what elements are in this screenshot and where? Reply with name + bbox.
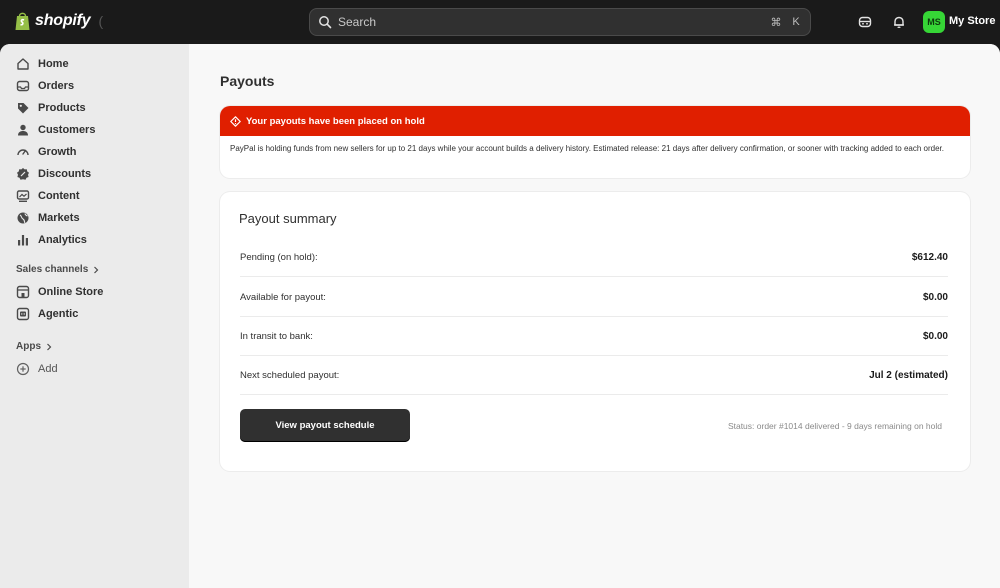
plus-circle-icon (16, 362, 30, 376)
chevron-right-icon (47, 343, 52, 350)
sidebar-item-content[interactable]: Content (8, 185, 182, 207)
alert-title: Your payouts have been placed on hold (246, 115, 425, 127)
sidebar-item-analytics[interactable]: Analytics (8, 229, 182, 251)
sidebar-item-customers[interactable]: Customers (8, 119, 182, 141)
summary-row-next-payout: Next scheduled payout: Jul 2 (estimated) (240, 356, 948, 395)
shopify-logo[interactable]: shopify ( (14, 11, 103, 31)
sidebar-item-online-store[interactable]: Online Store (8, 281, 182, 303)
main-content: Payouts Your payouts have been placed on… (189, 44, 1000, 588)
row-value: $0.00 (922, 330, 948, 342)
sidebar-item-label: Agentic (38, 308, 79, 320)
alert-diamond-icon (230, 115, 241, 127)
alert-header: Your payouts have been placed on hold (220, 106, 970, 136)
sidebar-item-orders[interactable]: Orders (8, 75, 182, 97)
chevron-right-icon (94, 266, 99, 273)
sidebar-item-home[interactable]: Home (8, 53, 182, 75)
sidebar: Home Orders Products Customers Growth Di… (0, 44, 189, 588)
sidebar-item-label: Orders (38, 80, 75, 92)
discount-icon (16, 167, 30, 181)
search-icon (319, 16, 332, 29)
shopify-bag-icon (15, 12, 30, 30)
sidebar-item-growth[interactable]: Growth (8, 141, 182, 163)
tag-icon (16, 101, 30, 115)
row-label: Available for payout: (240, 291, 326, 303)
sidebar-item-label: Customers (38, 124, 96, 136)
store-icon (16, 285, 30, 299)
bar-chart-icon (16, 233, 30, 247)
payout-summary-card: Payout summary Pending (on hold): $612.4… (220, 192, 970, 471)
app-shell: Home Orders Products Customers Growth Di… (0, 44, 1000, 588)
summary-row-available: Available for payout: $0.00 (240, 278, 948, 317)
gauge-icon (16, 145, 30, 159)
sales-channels-label: Sales channels (16, 264, 89, 275)
logo-paren: ( (98, 13, 104, 29)
hold-alert-banner: Your payouts have been placed on hold Pa… (220, 106, 970, 178)
logo-wordmark: shopify (35, 12, 91, 29)
apps-header[interactable]: Apps (16, 341, 53, 352)
inbox-icon (16, 79, 30, 93)
alert-body: PayPal is holding funds from new sellers… (230, 144, 944, 153)
hold-status-text: Status: order #1014 delivered - 9 days r… (727, 421, 942, 431)
sidebar-item-label: Home (38, 58, 69, 70)
home-icon (16, 57, 30, 71)
row-value: Jul 2 (estimated) (869, 369, 948, 381)
sidebar-item-label: Products (38, 102, 86, 114)
sidebar-item-markets[interactable]: Markets (8, 207, 182, 229)
shortcut-cmd: ⌘ (770, 16, 782, 29)
row-label: Next scheduled payout: (240, 369, 340, 381)
sidebar-item-label: Content (38, 190, 80, 202)
row-value: $0.00 (922, 291, 948, 303)
store-name[interactable]: My Store (949, 15, 995, 27)
row-value: $612.40 (911, 251, 948, 263)
sidebar-item-label: Analytics (38, 234, 87, 246)
globe-icon (16, 211, 30, 225)
person-icon (16, 123, 30, 137)
shortcut-key: K (792, 16, 800, 28)
sidebar-item-products[interactable]: Products (8, 97, 182, 119)
sidebar-item-add-app[interactable]: Add (8, 358, 182, 380)
search-placeholder: Search (338, 15, 377, 29)
store-avatar[interactable]: MS (923, 11, 945, 33)
page-title: Payouts (220, 73, 275, 89)
sidekick-icon[interactable] (856, 13, 874, 31)
sidebar-item-discounts[interactable]: Discounts (8, 163, 182, 185)
top-bar: shopify ( Search ⌘ K MS My Store (0, 0, 1000, 44)
content-icon (16, 189, 30, 203)
sidebar-item-label: Add (38, 363, 58, 375)
sidebar-item-label: Markets (38, 212, 80, 224)
card-title: Payout summary (239, 211, 337, 226)
agentic-icon (16, 307, 30, 321)
sidebar-item-agentic[interactable]: Agentic (8, 303, 182, 325)
view-payout-schedule-button[interactable]: View payout schedule (240, 409, 410, 442)
summary-row-pending: Pending (on hold): $612.40 (240, 238, 948, 277)
sales-channels-header[interactable]: Sales channels (16, 264, 100, 275)
sidebar-item-label: Growth (38, 146, 77, 158)
row-label: In transit to bank: (240, 330, 313, 342)
summary-row-in-transit: In transit to bank: $0.00 (240, 317, 948, 356)
sidebar-item-label: Online Store (38, 286, 104, 298)
row-label: Pending (on hold): (240, 251, 318, 263)
search-bar[interactable]: Search ⌘ K (309, 8, 811, 36)
sidebar-item-label: Discounts (38, 168, 92, 180)
bell-icon[interactable] (890, 13, 908, 31)
apps-label: Apps (16, 341, 41, 352)
